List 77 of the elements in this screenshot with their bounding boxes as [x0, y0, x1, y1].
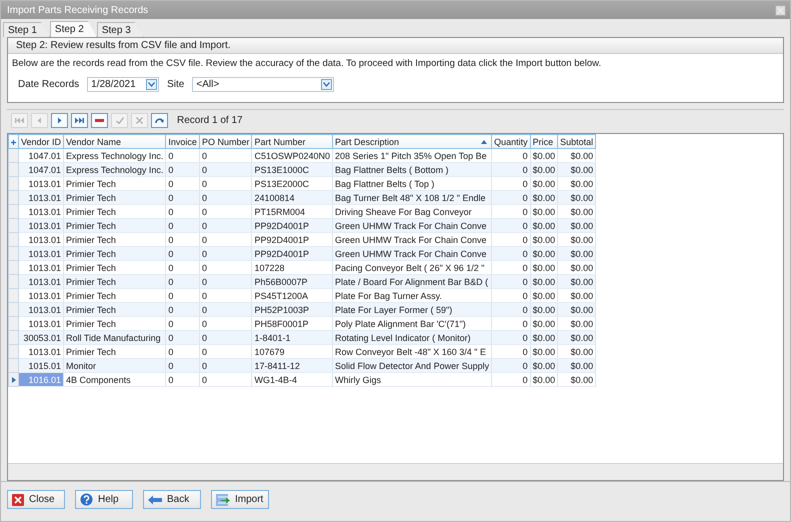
sort-ascending-icon	[481, 140, 488, 144]
dropdown-button[interactable]	[146, 79, 158, 90]
column-header[interactable]: Invoice	[166, 134, 200, 148]
left-arrow-icon	[148, 494, 162, 504]
tab[interactable]: Step 1	[3, 22, 50, 37]
table-cell: $0.00	[558, 372, 596, 386]
help-button[interactable]: Help	[75, 490, 133, 509]
record-counter: Record 1 of 17	[177, 115, 243, 126]
filter-label: Site	[167, 79, 184, 90]
close-icon	[777, 6, 784, 14]
table-row[interactable]: 1013.01 Primier Tech 0 0 PT15RM004 Driving Sheave For Bag Conveyor 0 $0.00 $0.00	[8, 204, 596, 218]
previous-icon	[37, 117, 42, 124]
column-header[interactable]: PO Number	[199, 134, 252, 148]
table-row[interactable]: 1013.01 Primier Tech 0 0 107228 Pacing Conveyor Belt ( 26" X 96 1/2 " 0 $0.00 $0.00	[8, 260, 596, 274]
table-cell: 0	[166, 372, 200, 386]
tab[interactable]: Step 2	[50, 21, 97, 37]
next-button[interactable]	[51, 113, 68, 128]
current-row-icon	[12, 376, 16, 382]
table-cell: Whirly Gigs	[332, 372, 492, 386]
table-cell: 4B Components	[64, 372, 166, 386]
column-header[interactable]: Vendor ID	[18, 134, 64, 148]
table-row[interactable]: 1013.01 Primier Tech 0 0 PP92D4001P Green UHMW Track For Chain Conve 0 $0.00 $0.00	[8, 232, 596, 246]
table-row[interactable]: 1047.01 Express Technology Inc. 0 0 C51OSWP0240N0 208 Series 1" Pitch 35% Open Top Be 0 $0.00 $0.00	[8, 148, 596, 162]
table-row[interactable]: 1016.01 4B Components 0 0 WG1-4B-4 Whirly Gigs 0 $0.00 $0.00	[8, 372, 596, 386]
step-heading: Step 2: Review results from CSV file and Import.	[8, 38, 783, 54]
table-row[interactable]: 1013.01 Primier Tech 0 0 PP92D4001P Green UHMW Track For Chain Conve 0 $0.00 $0.00	[8, 246, 596, 260]
table-cell: 1016.01	[18, 372, 64, 386]
import-button[interactable]: Import	[211, 490, 269, 509]
column-header[interactable]: Vendor Name	[64, 134, 166, 148]
instructions-text: Below are the records read from the CSV file. Review the accuracy of the data. To proceed with Importing data click the Import button below.	[11, 57, 602, 69]
column-header[interactable]: Subtotal	[558, 134, 596, 148]
close-icon	[12, 494, 24, 506]
next-icon	[57, 117, 62, 124]
window-title: Import Parts Receiving Records	[7, 4, 148, 16]
table-row[interactable]: 1013.01 Primier Tech 0 0 PH52P1003P Plate For Layer Former ( 59") 0 $0.00 $0.00	[8, 302, 596, 316]
column-header[interactable]	[8, 134, 18, 148]
filter-label: Date Records	[18, 79, 80, 90]
table-row[interactable]: 1013.01 Primier Tech 0 0 107679 Row Conveyor Belt -48" X 160 3/4 " E 0 $0.00 $0.00	[8, 344, 596, 358]
column-header[interactable]: Part Number	[252, 134, 333, 148]
tab[interactable]: Step 3	[96, 22, 144, 37]
dropdown-field[interactable]: <All>	[192, 77, 334, 92]
table-cell: 0	[199, 372, 252, 386]
table-cell: WG1-4B-4	[252, 372, 333, 386]
refresh-button[interactable]	[151, 113, 168, 128]
table-row[interactable]: 1013.01 Primier Tech 0 0 24100814 Bag Turner Belt 48" X 108 1/2 " Endle 0 $0.00 $0.00	[8, 190, 596, 204]
table-row[interactable]: 1013.01 Primier Tech 0 0 PP92D4001P Green UHMW Track For Chain Conve 0 $0.00 $0.00	[8, 218, 596, 232]
table-row[interactable]: 1013.01 Primier Tech 0 0 Ph56B0007P Plate / Board For Alignment Bar B&D ( 0 $0.00 $0.00	[8, 274, 596, 288]
column-header[interactable]: Part Description	[332, 134, 492, 148]
dropdown-field[interactable]: 1/28/2021	[87, 77, 160, 92]
table-cell: $0.00	[530, 372, 558, 386]
column-header[interactable]: Quantity	[492, 134, 530, 148]
close-button[interactable]	[775, 4, 786, 16]
add-row-icon	[11, 140, 16, 144]
help-icon	[80, 493, 93, 506]
table-row[interactable]: 1013.01 Primier Tech 0 0 PS45T1200A Plate For Bag Turner Assy. 0 $0.00 $0.00	[8, 288, 596, 302]
table-row[interactable]: 1015.01 Monitor 0 0 17-8411-12 Solid Flow Detector And Power Supply 0 $0.00 $0.00	[8, 358, 596, 372]
close-button[interactable]: Close	[7, 490, 65, 509]
minus-icon	[95, 119, 104, 122]
row-selector[interactable]	[8, 372, 18, 386]
column-header[interactable]: Price	[530, 134, 558, 148]
import-icon	[216, 494, 230, 506]
table-row[interactable]: 1013.01 Primier Tech 0 0 PS13E2000C Bag Flattner Belts ( Top ) 0 $0.00 $0.00	[8, 176, 596, 190]
table-row[interactable]: 1013.01 Primier Tech 0 0 PH58F0001P Poly Plate Alignment Bar 'C'(71") 0 $0.00 $0.00	[8, 316, 596, 330]
cross-icon	[136, 117, 143, 124]
refresh-icon	[155, 117, 164, 124]
table-row[interactable]: 1047.01 Express Technology Inc. 0 0 PS13E1000C Bag Flattner Belts ( Bottom ) 0 $0.00 $0.00	[8, 162, 596, 176]
delete-button[interactable]	[91, 113, 108, 128]
first-record-icon	[15, 117, 24, 124]
checkmark-icon	[116, 117, 124, 124]
table-row[interactable]: 30053.01 Roll Tide Manufacturing 0 0 1-8401-1 Rotating Level Indicator ( Monitor) 0 $0.00 $0.00	[8, 330, 596, 344]
dropdown-button[interactable]	[321, 79, 332, 90]
chevron-down-icon	[323, 82, 330, 87]
chevron-down-icon	[148, 82, 156, 87]
last-button[interactable]	[71, 113, 88, 128]
last-record-icon	[75, 117, 84, 124]
back-button[interactable]: Back	[143, 490, 201, 509]
table-cell: 0	[492, 372, 530, 386]
